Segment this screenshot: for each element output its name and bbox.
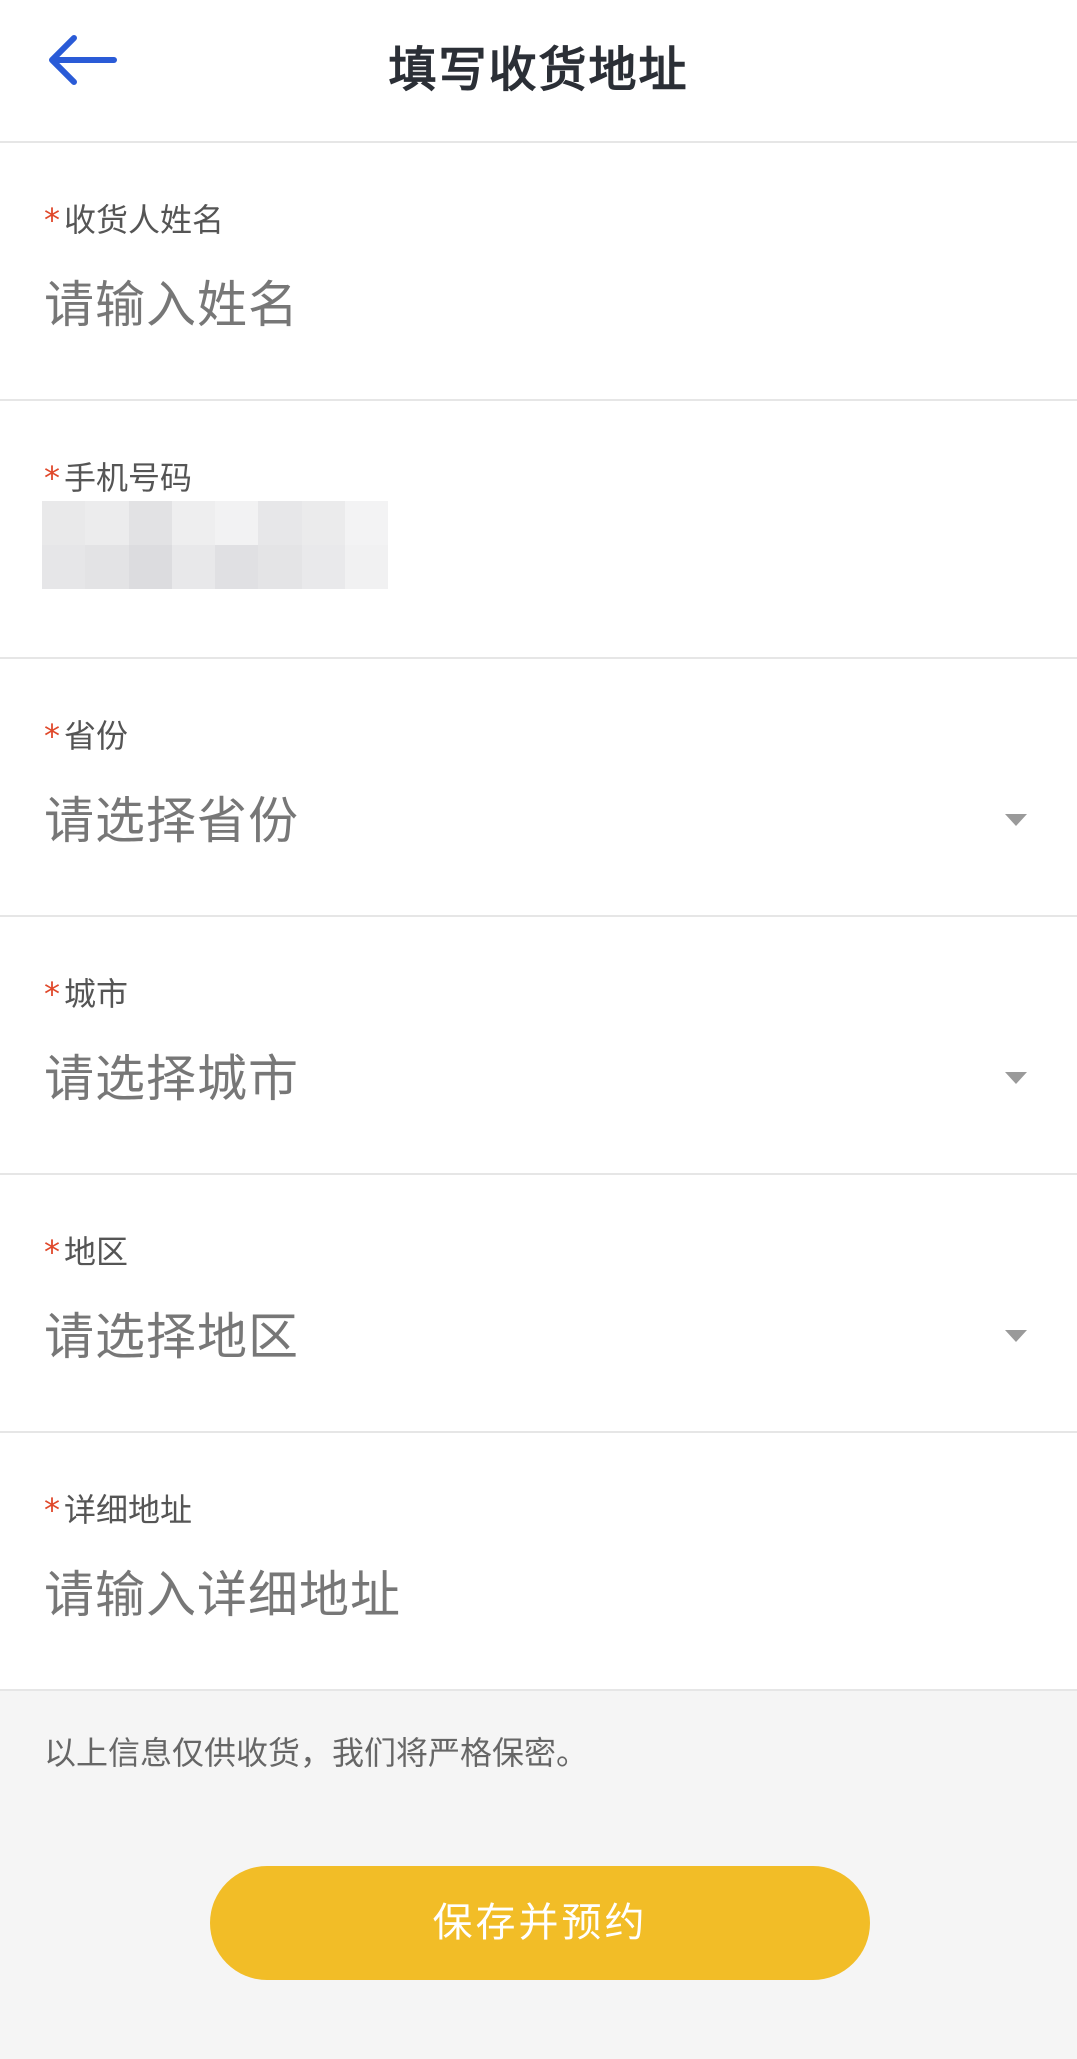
save-and-book-button[interactable]: 保存并预约 — [210, 1866, 870, 1980]
privacy-note: 以上信息仅供收货，我们将严格保密。 — [44, 1734, 589, 1772]
city-field[interactable]: * 城市 请选择城市 — [0, 917, 1077, 1175]
required-mark: * — [44, 717, 60, 755]
recipient-name-field[interactable]: * 收货人姓名 请输入姓名 — [0, 143, 1077, 401]
field-label: * 省份 — [44, 717, 129, 755]
caret-down-icon[interactable] — [1005, 814, 1027, 826]
required-mark: * — [44, 459, 60, 497]
recipient-name-input[interactable]: 请输入姓名 — [44, 265, 299, 337]
page-title: 填写收货地址 — [388, 42, 689, 98]
caret-down-icon[interactable] — [1005, 1072, 1027, 1084]
city-select[interactable]: 请选择城市 — [44, 1039, 299, 1111]
district-field[interactable]: * 地区 请选择地区 — [0, 1175, 1077, 1433]
field-label: * 地区 — [44, 1233, 129, 1271]
top-nav-bar: 填写收货地址 — [0, 0, 1077, 143]
address-form: * 收货人姓名 请输入姓名 * 手机号码 * 省份 请选择省份 * 城市 请选择城市 *… — [0, 143, 1077, 1691]
field-label: * 详细地址 — [44, 1491, 193, 1529]
province-field[interactable]: * 省份 请选择省份 — [0, 659, 1077, 917]
province-select[interactable]: 请选择省份 — [44, 781, 299, 853]
field-label: * 收货人姓名 — [44, 201, 225, 239]
required-mark: * — [44, 1233, 60, 1271]
required-mark: * — [44, 201, 60, 239]
field-label: * 城市 — [44, 975, 129, 1013]
required-mark: * — [44, 1491, 60, 1529]
required-mark: * — [44, 975, 60, 1013]
phone-field[interactable]: * 手机号码 — [0, 401, 1077, 659]
masked-phone-value[interactable] — [42, 501, 388, 589]
detail-address-input[interactable]: 请输入详细地址 — [44, 1555, 401, 1627]
field-label: * 手机号码 — [44, 459, 193, 497]
detail-address-field[interactable]: * 详细地址 请输入详细地址 — [0, 1433, 1077, 1691]
caret-down-icon[interactable] — [1005, 1330, 1027, 1342]
district-select[interactable]: 请选择地区 — [44, 1297, 299, 1369]
